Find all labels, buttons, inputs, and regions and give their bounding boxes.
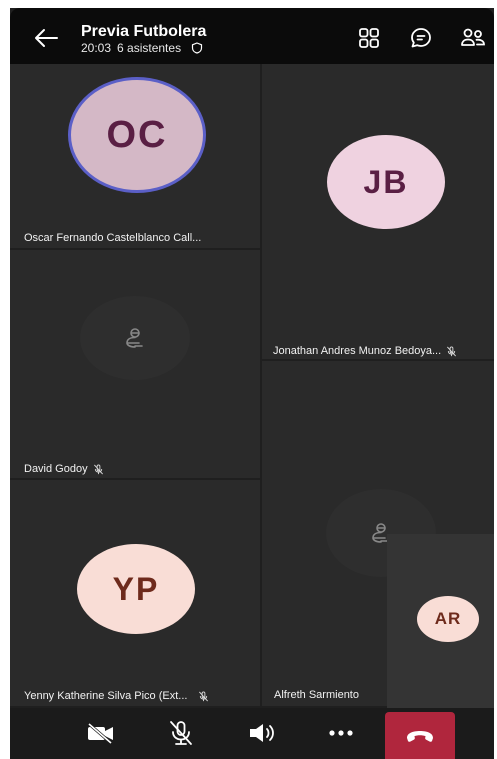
hang-up-icon bbox=[407, 731, 433, 742]
avatar-self: AR bbox=[417, 596, 479, 642]
meeting-subtitle: 20:03 6 asistentes bbox=[81, 41, 203, 55]
meeting-screen: Previa Futbolera 20:03 6 asistentes OC O… bbox=[10, 8, 494, 759]
back-button[interactable] bbox=[32, 26, 60, 50]
participant-tile-david[interactable]: David Godoy bbox=[10, 250, 260, 478]
video-placeholder bbox=[80, 296, 190, 380]
grid-layout-icon bbox=[359, 28, 379, 48]
mic-off-icon bbox=[199, 691, 209, 701]
avatar-jonathan: JB bbox=[327, 135, 445, 229]
mic-off-icon bbox=[170, 721, 192, 745]
chat-button[interactable] bbox=[409, 26, 433, 50]
people-icon bbox=[461, 28, 485, 46]
attendee-count: 6 asistentes bbox=[117, 41, 182, 55]
speaker-icon bbox=[250, 724, 274, 742]
meeting-header: Previa Futbolera 20:03 6 asistentes bbox=[10, 8, 494, 64]
mic-toggle-button[interactable] bbox=[165, 720, 197, 746]
hang-up-button[interactable] bbox=[385, 712, 455, 759]
mic-off-icon bbox=[93, 464, 103, 474]
arrow-left-icon bbox=[35, 29, 58, 47]
participant-tile-oscar[interactable]: OC Oscar Fernando Castelblanco Call... bbox=[10, 64, 260, 248]
mic-off-icon bbox=[447, 346, 457, 356]
participant-name-yenny: Yenny Katherine Silva Pico (Ext... bbox=[24, 690, 209, 702]
call-controls-bar bbox=[10, 708, 494, 759]
camera-off-icon bbox=[88, 722, 113, 744]
participant-tile-jonathan[interactable]: JB Jonathan Andres Munoz Bedoya... bbox=[262, 64, 494, 359]
more-options-button[interactable] bbox=[325, 720, 357, 746]
speaker-button[interactable] bbox=[246, 720, 278, 746]
participant-tile-yenny[interactable]: YP Yenny Katherine Silva Pico (Ext... bbox=[10, 480, 260, 706]
camera-toggle-button[interactable] bbox=[85, 720, 117, 746]
participant-name-david: David Godoy bbox=[24, 463, 104, 475]
layout-button[interactable] bbox=[357, 26, 381, 50]
participants-button[interactable] bbox=[460, 26, 485, 50]
chat-icon bbox=[411, 28, 431, 48]
participant-name-alfreth: Alfreth Sarmiento bbox=[274, 689, 359, 701]
shield-icon bbox=[191, 42, 203, 54]
avatar-yenny: YP bbox=[77, 544, 195, 634]
avatar-oscar: OC bbox=[68, 77, 206, 193]
meeting-title: Previa Futbolera bbox=[81, 23, 207, 40]
more-icon bbox=[329, 730, 353, 736]
participant-name-oscar: Oscar Fernando Castelblanco Call... bbox=[24, 232, 202, 244]
person-placeholder-icon bbox=[126, 328, 143, 348]
self-view-tile[interactable]: AR bbox=[387, 534, 494, 708]
participant-name-jonathan: Jonathan Andres Munoz Bedoya... bbox=[273, 345, 457, 357]
meeting-time: 20:03 bbox=[81, 41, 112, 55]
